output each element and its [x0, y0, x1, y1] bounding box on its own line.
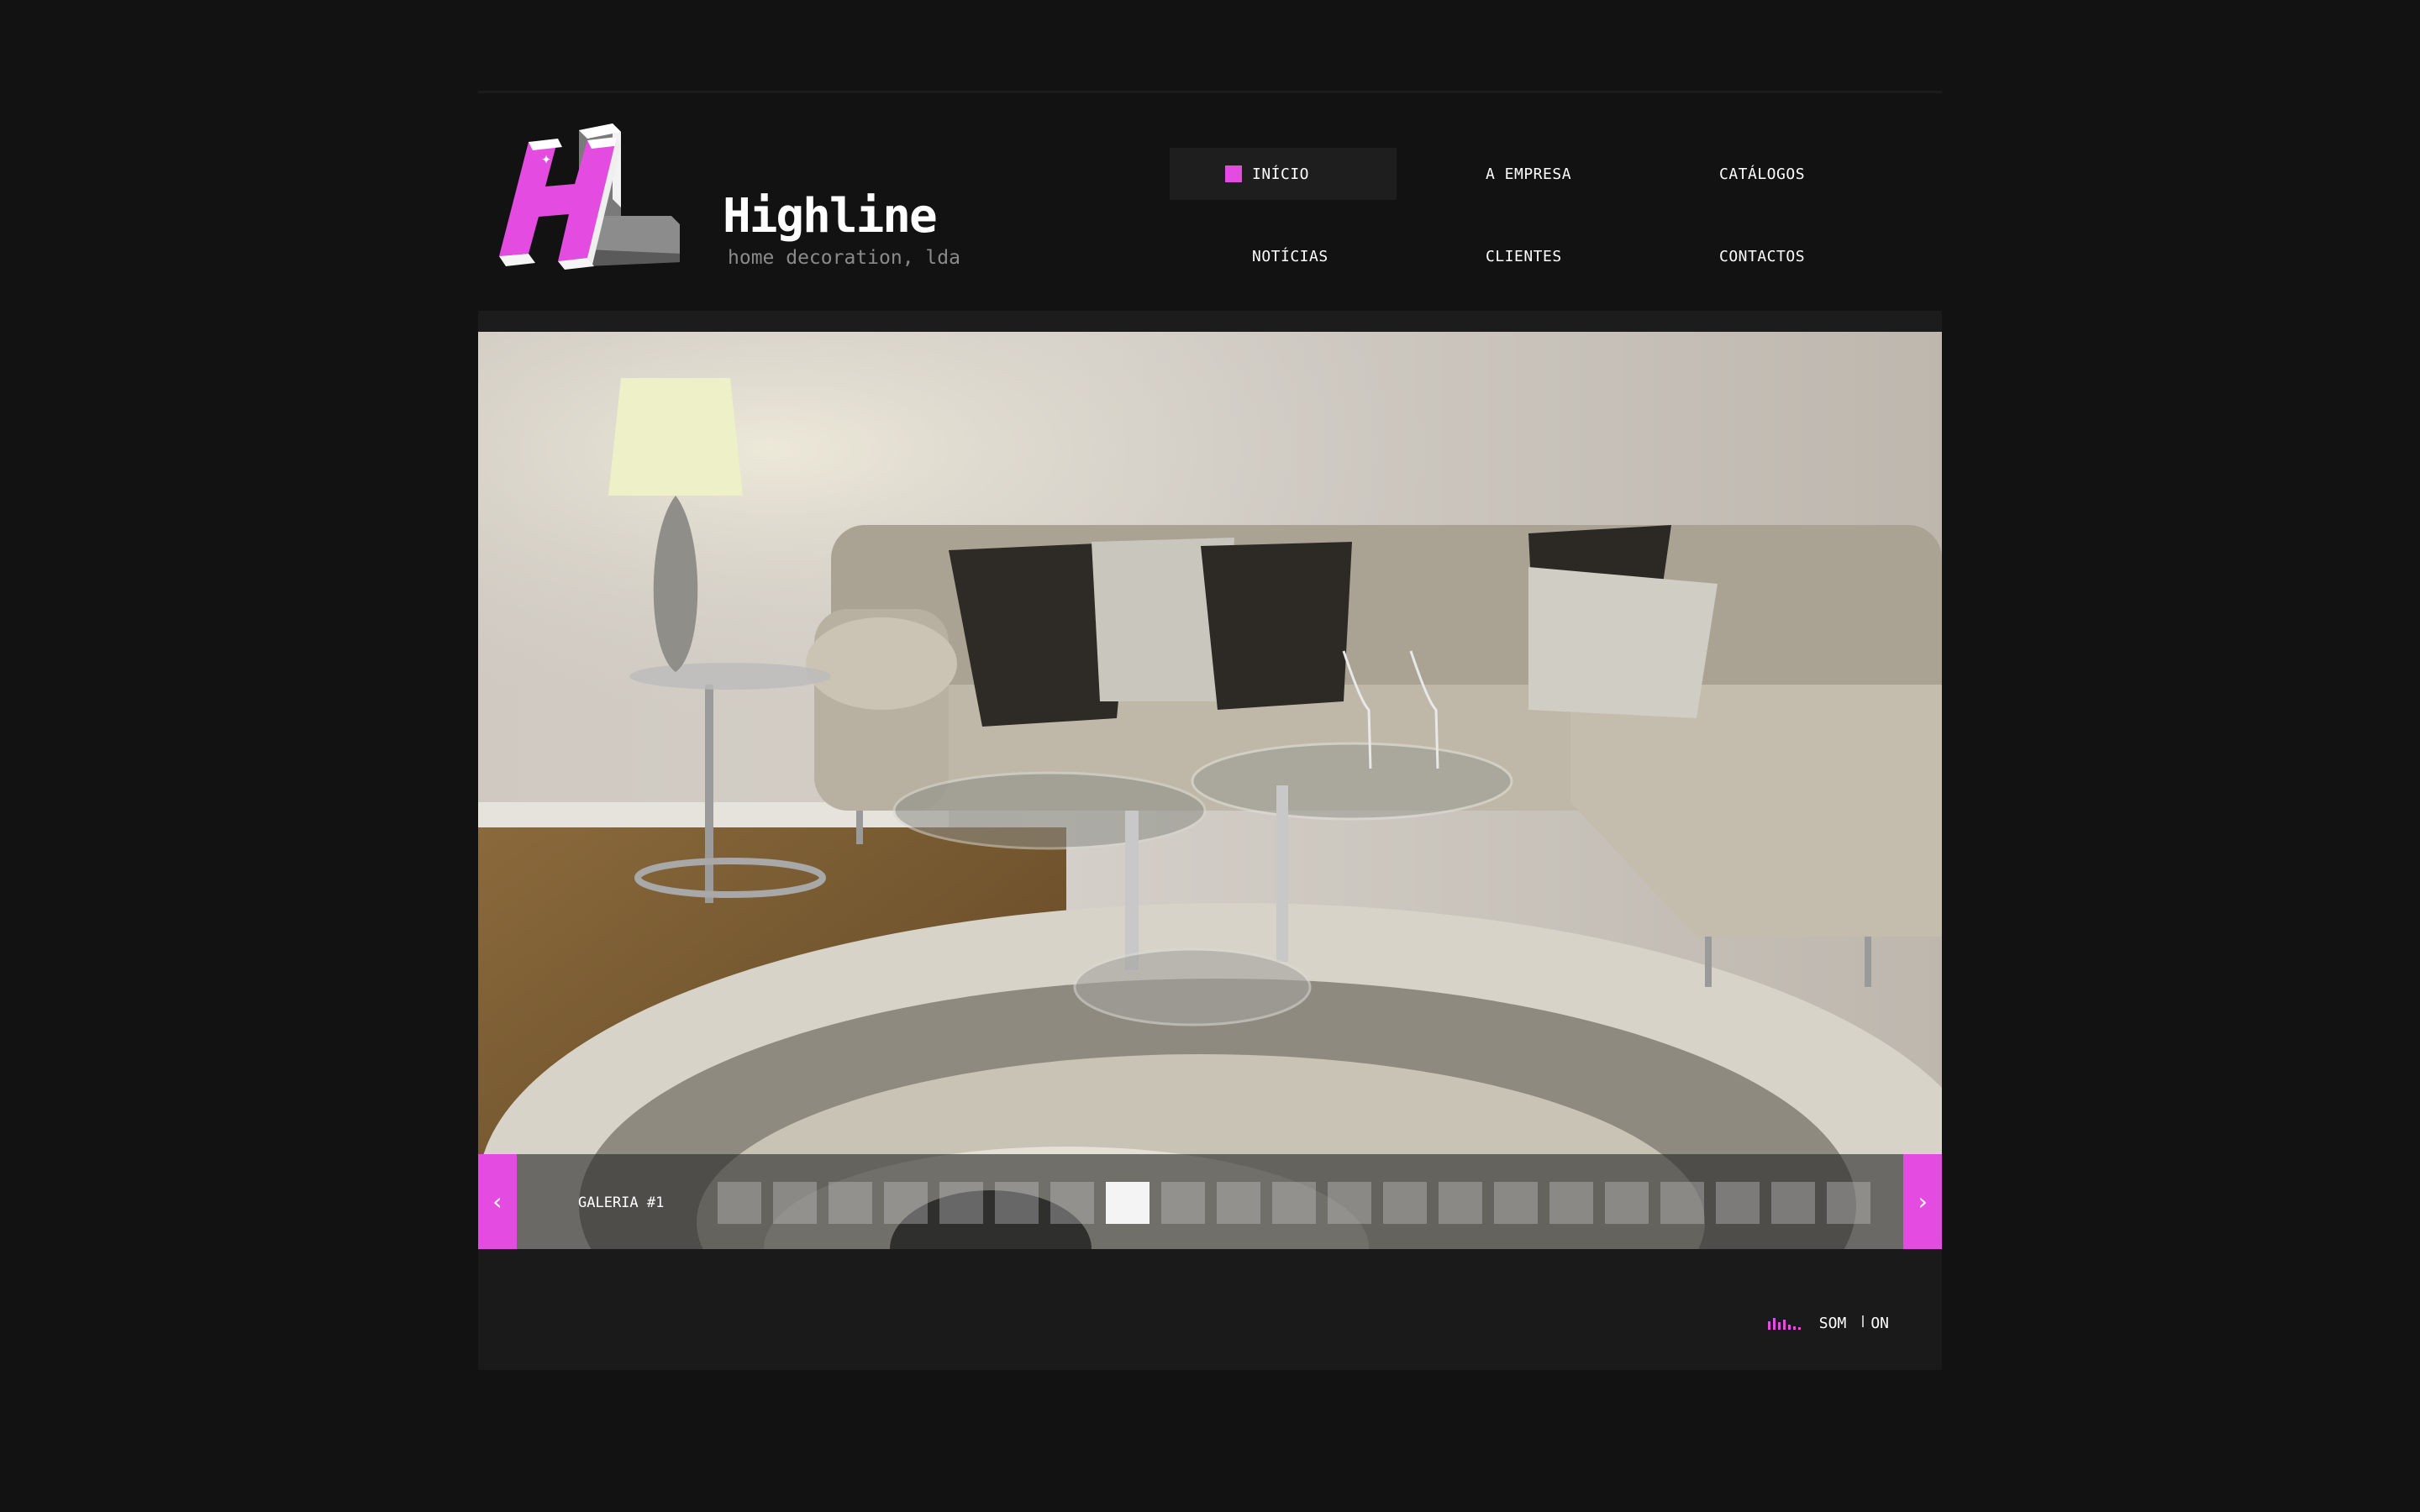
gallery-thumbnail[interactable]: [1383, 1182, 1427, 1224]
nav-item-label: CATÁLOGOS: [1719, 165, 1806, 183]
nav-item-label: INÍCIO: [1252, 165, 1310, 183]
gallery-thumbnail[interactable]: [1217, 1182, 1260, 1224]
gallery-thumbnail[interactable]: [1050, 1182, 1094, 1224]
sound-label: SOM: [1818, 1315, 1847, 1332]
header-divider: [478, 311, 1942, 332]
gallery-thumbnail[interactable]: [773, 1182, 817, 1224]
nav-item-a-empresa[interactable]: A EMPRESA: [1403, 148, 1630, 200]
nav-item-início[interactable]: INÍCIO: [1170, 148, 1397, 200]
gallery-thumbnail[interactable]: [1660, 1182, 1704, 1224]
gallery-thumbnails: [718, 1182, 1870, 1224]
chevron-right-icon[interactable]: ›: [1903, 1154, 1942, 1249]
gallery-thumbnail[interactable]: [995, 1182, 1039, 1224]
brand-tagline: home decoration, lda: [728, 247, 960, 269]
gallery-stage: ‹ GALERIA #1 ›: [478, 332, 1942, 1249]
gallery-thumbnail[interactable]: [1605, 1182, 1649, 1224]
nav-item-label: NOTÍCIAS: [1252, 247, 1328, 265]
nav-item-label: CONTACTOS: [1719, 247, 1806, 265]
nav-active-bullet: [1225, 165, 1242, 182]
site-footer: SOM ON: [478, 1249, 1942, 1370]
gallery-thumbnail[interactable]: [718, 1182, 761, 1224]
nav-item-contactos[interactable]: CONTACTOS: [1637, 230, 1864, 282]
gallery-thumbnail[interactable]: [1549, 1182, 1593, 1224]
gallery-thumbnail[interactable]: [1328, 1182, 1371, 1224]
gallery-label: GALERIA #1: [578, 1194, 665, 1211]
gallery-thumbnail[interactable]: [1771, 1182, 1815, 1224]
equalizer-icon: [1767, 1317, 1801, 1330]
sound-toggle[interactable]: SOM ON: [1767, 1315, 1889, 1332]
gallery-thumbnail[interactable]: [1716, 1182, 1760, 1224]
nav-item-catálogos[interactable]: CATÁLOGOS: [1637, 148, 1864, 200]
gallery-thumbnail[interactable]: [1494, 1182, 1538, 1224]
gallery-thumbnail[interactable]: [829, 1182, 872, 1224]
nav-item-notícias[interactable]: NOTÍCIAS: [1170, 230, 1397, 282]
nav-item-clientes[interactable]: CLIENTES: [1403, 230, 1630, 282]
gallery-thumbnail[interactable]: [1106, 1182, 1150, 1224]
gallery-thumbnail[interactable]: [1827, 1182, 1870, 1224]
nav-item-label: A EMPRESA: [1486, 165, 1572, 183]
brand-name: Highline: [723, 189, 938, 244]
chevron-left-icon[interactable]: ‹: [478, 1154, 517, 1249]
nav-item-label: CLIENTES: [1486, 247, 1562, 265]
svg-text:✦: ✦: [541, 148, 551, 168]
sound-state[interactable]: ON: [1870, 1315, 1889, 1332]
gallery-thumbnail[interactable]: [884, 1182, 928, 1224]
gallery-thumbnail[interactable]: [1161, 1182, 1205, 1224]
gallery-thumbnail[interactable]: [939, 1182, 983, 1224]
sound-separator: [1862, 1315, 1865, 1327]
gallery-photo: [478, 332, 1942, 1249]
gallery-thumbnail[interactable]: [1272, 1182, 1316, 1224]
gallery-thumbnail[interactable]: [1439, 1182, 1482, 1224]
hl-logo[interactable]: ✦: [495, 115, 680, 275]
